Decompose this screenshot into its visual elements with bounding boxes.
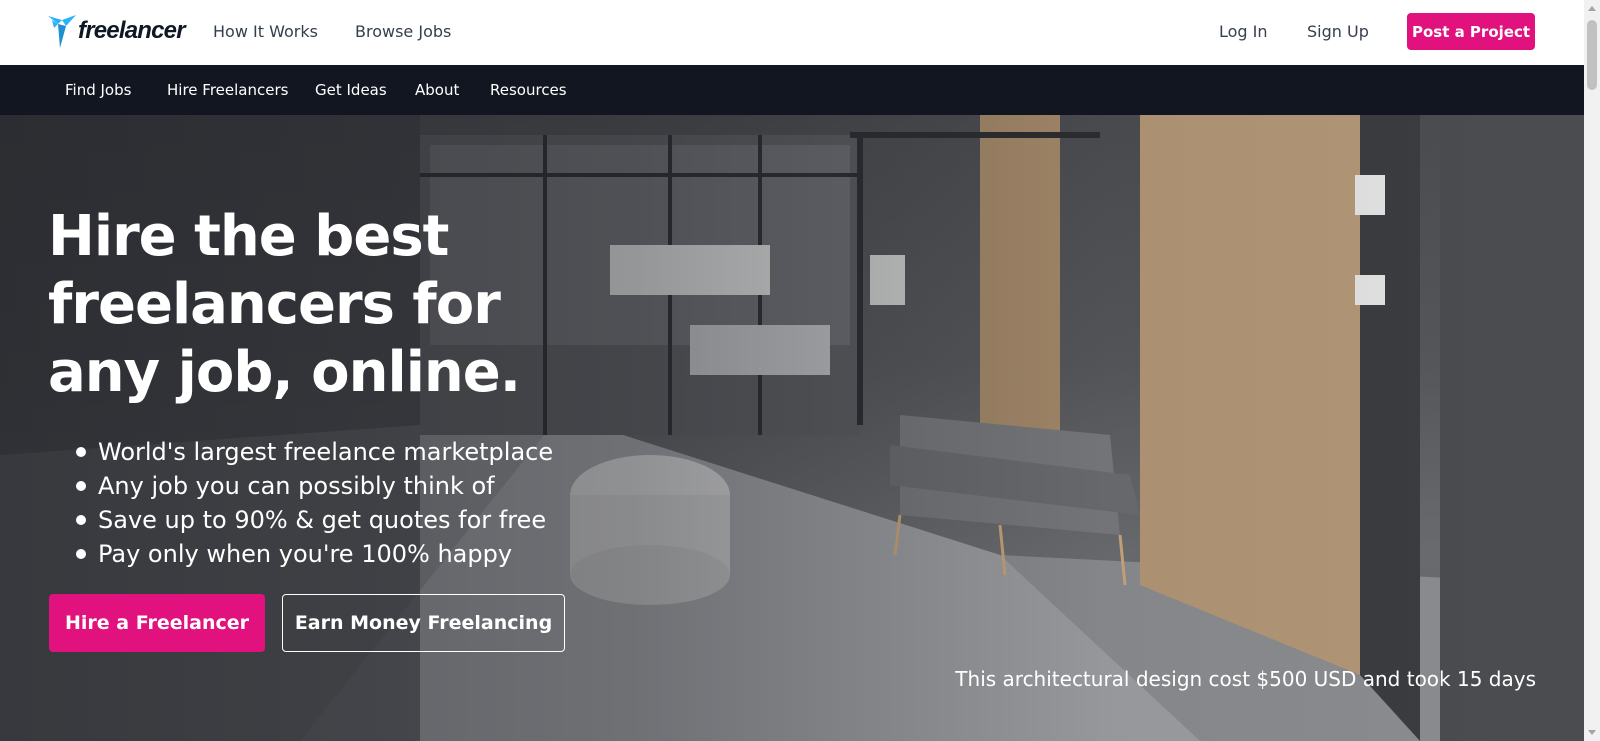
secondary-nav: Find Jobs Hire Freelancers Get Ideas Abo…	[0, 65, 1584, 115]
list-item: Save up to 90% & get quotes for free	[76, 503, 553, 537]
scroll-down-icon[interactable]	[1588, 730, 1596, 735]
hero-caption: This architectural design cost $500 USD …	[955, 667, 1536, 691]
signup-link[interactable]: Sign Up	[1307, 22, 1369, 41]
hire-freelancer-button[interactable]: Hire a Freelancer	[49, 594, 265, 652]
bullet-text: Pay only when you're 100% happy	[98, 540, 513, 568]
page-scrollbar[interactable]	[1584, 0, 1600, 741]
bullet-dot-icon	[76, 447, 86, 457]
top-header: freelancer How It Works Browse Jobs Log …	[0, 0, 1584, 65]
subnav-find-jobs[interactable]: Find Jobs	[65, 81, 131, 99]
bullet-dot-icon	[76, 515, 86, 525]
login-link[interactable]: Log In	[1219, 22, 1268, 41]
bullet-text: Any job you can possibly think of	[98, 472, 495, 500]
bullet-dot-icon	[76, 481, 86, 491]
earn-money-button[interactable]: Earn Money Freelancing	[282, 594, 565, 652]
logo-text: freelancer	[78, 17, 186, 44]
freelancer-logo[interactable]: freelancer	[48, 14, 186, 48]
subnav-hire-freelancers[interactable]: Hire Freelancers	[167, 81, 288, 99]
hero-title: Hire the best freelancers for any job, o…	[48, 204, 521, 405]
list-item: Pay only when you're 100% happy	[76, 537, 553, 571]
scroll-up-icon[interactable]	[1588, 6, 1596, 11]
subnav-get-ideas[interactable]: Get Ideas	[315, 81, 387, 99]
freelancer-bird-icon	[48, 15, 76, 48]
nav-how-it-works[interactable]: How It Works	[213, 22, 318, 41]
bullet-text: Save up to 90% & get quotes for free	[98, 506, 547, 534]
hero-section: Hire the best freelancers for any job, o…	[0, 115, 1584, 741]
hero-bullet-list: World's largest freelance marketplace An…	[76, 435, 553, 571]
subnav-resources[interactable]: Resources	[490, 81, 567, 99]
list-item: World's largest freelance marketplace	[76, 435, 553, 469]
list-item: Any job you can possibly think of	[76, 469, 553, 503]
bullet-dot-icon	[76, 549, 86, 559]
bullet-text: World's largest freelance marketplace	[98, 438, 554, 466]
post-project-button[interactable]: Post a Project	[1407, 13, 1535, 50]
nav-browse-jobs[interactable]: Browse Jobs	[355, 22, 451, 41]
scroll-thumb[interactable]	[1587, 20, 1597, 90]
subnav-about[interactable]: About	[415, 81, 459, 99]
